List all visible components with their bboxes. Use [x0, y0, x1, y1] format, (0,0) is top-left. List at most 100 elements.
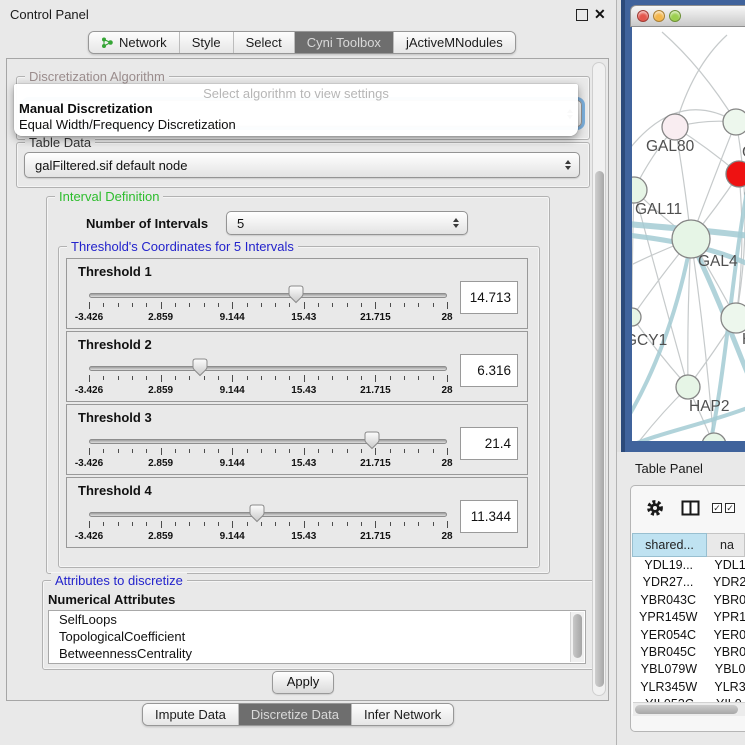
network-edge[interactable] [675, 35, 727, 127]
tab-network[interactable]: Network [89, 32, 179, 53]
cell-shared-name: YPR145W [632, 609, 704, 626]
slider-track [89, 512, 447, 517]
tick-label: -3.426 [75, 385, 103, 396]
table-panel-title: Table Panel [635, 461, 703, 476]
tab-label: Style [192, 35, 221, 50]
network-node[interactable] [662, 114, 688, 140]
attribute-item-selfloops[interactable]: SelfLoops [49, 611, 585, 628]
network-edge[interactable] [662, 32, 736, 122]
column-header-name[interactable]: na [707, 533, 745, 557]
threshold-slider[interactable]: -3.4262.8599.14415.4321.71528 [89, 283, 447, 327]
tab-label: Network [119, 35, 167, 50]
threshold-slider[interactable]: -3.4262.8599.14415.4321.71528 [89, 356, 447, 400]
table-row[interactable]: YBL079WYBL0 [632, 661, 745, 678]
tab-label: Select [246, 35, 282, 50]
network-node[interactable] [702, 433, 726, 441]
table-row[interactable]: YER054CYER0 [632, 627, 745, 644]
table-data-selected-value: galFiltered.sif default node [35, 158, 187, 173]
tab-infer-network[interactable]: Infer Network [351, 704, 453, 725]
slider-ticks [89, 448, 447, 457]
tab-label: Infer Network [364, 707, 441, 722]
network-node[interactable] [726, 161, 745, 187]
node-table: shared... na YDL19...YDL1YDR27...YDR2YBR… [632, 533, 745, 714]
algorithm-option-manual-discretization[interactable]: Manual Discretization [14, 101, 578, 117]
tick-label: 2.859 [148, 385, 173, 396]
slider-ticks [89, 521, 447, 530]
cell-name: YPR1 [704, 609, 745, 626]
attribute-item-topologicalcoefficient[interactable]: TopologicalCoefficient [49, 628, 585, 645]
threshold-value-input[interactable] [460, 354, 518, 387]
table-row[interactable]: YBR043CYBR0 [632, 592, 745, 609]
table-row[interactable]: YBR045CYBR0 [632, 644, 745, 661]
apply-button[interactable]: Apply [272, 671, 334, 694]
table-row[interactable]: YLR345WYLR3 [632, 679, 745, 696]
slider-track [89, 366, 447, 371]
cell-shared-name: YBR043C [632, 592, 704, 609]
threshold-panel-1: Threshold 1-3.4262.8599.14415.4321.71528 [66, 258, 528, 329]
slider-tick-labels: -3.4262.8599.14415.4321.71528 [89, 385, 447, 397]
minimize-traffic-light-icon[interactable] [653, 10, 665, 22]
close-traffic-light-icon[interactable] [637, 10, 649, 22]
cell-shared-name: YBR045C [632, 644, 704, 661]
table-row[interactable]: YPR145WYPR1 [632, 609, 745, 626]
gear-icon[interactable] [646, 499, 664, 517]
table-row[interactable]: YDL19...YDL1 [632, 557, 745, 574]
table-data-select[interactable]: galFiltered.sif default node [24, 152, 580, 178]
cell-shared-name: YBL079W [632, 661, 706, 678]
tick-label: 9.144 [220, 531, 245, 542]
tick-label: -3.426 [75, 531, 103, 542]
network-node[interactable] [632, 308, 641, 326]
attribute-item-betweennesscentrality[interactable]: BetweennessCentrality [49, 645, 585, 662]
numerical-attributes-list[interactable]: SelfLoopsTopologicalCoefficientBetweenne… [48, 610, 586, 664]
thresholds-group-label: Threshold's Coordinates for 5 Intervals [67, 239, 298, 254]
tick-label: 21.715 [360, 385, 391, 396]
threshold-slider[interactable]: -3.4262.8599.14415.4321.71528 [89, 429, 447, 473]
network-node[interactable] [676, 375, 700, 399]
split-view-icon[interactable] [681, 500, 700, 516]
tab-impute-data[interactable]: Impute Data [143, 704, 238, 725]
network-icon [101, 36, 114, 49]
threshold-panels: Threshold 1-3.4262.8599.14415.4321.71528… [66, 258, 528, 548]
network-node[interactable] [632, 177, 647, 203]
tick-label: 9.144 [220, 385, 245, 396]
panel-scrollbar[interactable] [592, 62, 606, 696]
node-label: GAL11 [635, 201, 682, 218]
threshold-slider[interactable]: -3.4262.8599.14415.4321.71528 [89, 502, 447, 546]
cell-name: YDL1 [705, 557, 745, 574]
float-window-icon[interactable] [576, 9, 588, 21]
window-title: Control Panel [10, 7, 89, 22]
tab-discretize-data[interactable]: Discretize Data [238, 704, 351, 725]
close-window-icon[interactable]: ✕ [594, 6, 606, 23]
number-of-intervals-select[interactable]: 5 [226, 211, 468, 235]
algorithm-option-equal-width-frequency-discretization[interactable]: Equal Width/Frequency Discretization [14, 117, 578, 133]
tab-select[interactable]: Select [233, 32, 294, 53]
tick-label: 21.715 [360, 458, 391, 469]
threshold-value-input[interactable] [460, 500, 518, 533]
cyni-mode-tabs: Impute DataDiscretize Data Infer Network [142, 703, 454, 726]
algorithm-options: Manual DiscretizationEqual Width/Frequen… [14, 101, 578, 133]
checkbox-icon[interactable]: ✓ [712, 503, 722, 513]
tab-jactivemnodules[interactable]: jActiveMNodules [393, 32, 515, 53]
network-edge[interactable] [632, 190, 634, 317]
tab-cyni-toolbox[interactable]: Cyni Toolbox [294, 32, 393, 53]
network-canvas[interactable]: GAL80G.CGAL11GAL4GCY1HHAP2 [632, 27, 745, 441]
tab-style[interactable]: Style [179, 32, 233, 53]
column-header-shared-name[interactable]: shared... [632, 533, 707, 557]
tick-label: 15.43 [291, 458, 316, 469]
tick-label: 2.859 [148, 458, 173, 469]
node-label: GAL80 [646, 138, 695, 155]
network-node[interactable] [723, 109, 745, 135]
table-horizontal-scrollbar[interactable] [633, 702, 745, 716]
list-scrollbar[interactable] [570, 612, 584, 662]
zoom-traffic-light-icon[interactable] [669, 10, 681, 22]
slider-ticks [89, 375, 447, 384]
table-row[interactable]: YDR27...YDR2 [632, 574, 745, 591]
tick-label: 9.144 [220, 312, 245, 323]
cell-name: YBR0 [704, 592, 745, 609]
network-node[interactable] [721, 303, 745, 333]
table-data-group-label: Table Data [25, 135, 95, 150]
checkbox-icon[interactable]: ✓ [725, 503, 735, 513]
threshold-value-input[interactable] [460, 427, 518, 460]
cell-shared-name: YDL19... [632, 557, 705, 574]
threshold-value-input[interactable] [460, 281, 518, 314]
